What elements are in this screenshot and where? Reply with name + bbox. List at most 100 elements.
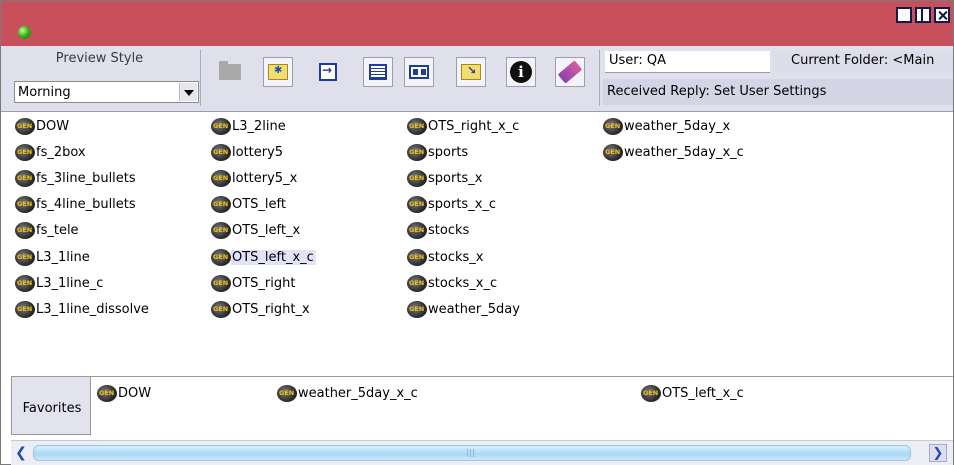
skin-icon (407, 196, 427, 214)
new-folder-button[interactable] (263, 57, 293, 87)
preview-style-select[interactable]: Morning (14, 81, 199, 103)
skin-icon (211, 117, 231, 135)
list-item-label: L3_2line (232, 118, 286, 134)
list-item[interactable]: OTS_right (211, 272, 297, 294)
skin-icon (407, 117, 427, 135)
list-view-button[interactable] (363, 57, 393, 87)
list-item[interactable]: sports (407, 141, 470, 163)
list-item[interactable]: stocks_x (407, 246, 485, 268)
list-item[interactable]: weather_5day_x (603, 115, 732, 137)
open-folder-button[interactable] (215, 57, 245, 87)
list-item[interactable]: lottery5 (211, 141, 285, 163)
list-item[interactable]: L3_1line_dissolve (15, 298, 151, 320)
list-item-label: fs_2box (36, 144, 86, 160)
list-item[interactable]: DOW (15, 115, 71, 137)
list-item[interactable]: fs_3line_bullets (15, 167, 138, 189)
list-item[interactable]: L3_2line (211, 115, 288, 137)
skin-icon (97, 384, 117, 402)
import-button[interactable] (313, 57, 343, 87)
list-item-label: OTS_left_x_c (231, 249, 316, 265)
skin-icon (211, 169, 231, 187)
maximize-icon[interactable] (915, 7, 931, 23)
list-item-label: OTS_right (232, 275, 296, 291)
top-panel: Preview Style Morning i User: QA Current… (1, 46, 953, 112)
favorites-list: DOW weather_5day_x_c OTS_left_x_c (91, 377, 953, 435)
list-item[interactable]: sports_x_c (407, 194, 498, 216)
import-icon (319, 63, 337, 81)
favorite-item-label: OTS_left_x_c (662, 385, 744, 401)
export-icon (461, 64, 481, 80)
list-item-label: sports (428, 144, 469, 160)
list-item-label: L3_1line (36, 249, 90, 265)
list-item[interactable]: OTS_right_x (211, 298, 312, 320)
list-item-label: weather_5day_x (624, 118, 731, 134)
erase-button[interactable] (555, 57, 585, 87)
list-view-icon (369, 64, 387, 80)
toolbar-separator (200, 50, 201, 106)
list-item[interactable]: sports_x (407, 167, 484, 189)
scroll-left-icon[interactable]: ❮ (13, 444, 29, 462)
list-item[interactable]: L3_1line (15, 246, 92, 268)
minimize-icon[interactable] (896, 7, 912, 23)
user-label: User: QA (605, 51, 770, 73)
info-button[interactable]: i (506, 57, 536, 87)
export-button[interactable] (456, 57, 486, 87)
skin-icon (211, 248, 231, 266)
list-item-label: fs_tele (36, 223, 79, 239)
info-icon: i (510, 61, 532, 83)
skin-icon (211, 143, 231, 161)
favorite-item[interactable]: weather_5day_x_c (277, 382, 420, 404)
skin-icon (15, 117, 35, 135)
list-item-label: weather_5day_x_c (624, 144, 744, 160)
new-folder-icon (268, 64, 288, 80)
scrollbar-thumb[interactable] (33, 445, 911, 461)
list-item[interactable]: stocks (407, 220, 471, 242)
list-item-label: OTS_left (232, 197, 286, 213)
folder-icon (219, 61, 241, 80)
list-item[interactable]: weather_5day_x_c (603, 141, 746, 163)
chevron-down-icon[interactable] (179, 83, 197, 101)
skin-icon (407, 143, 427, 161)
skin-icon (211, 196, 231, 214)
list-item[interactable]: lottery5_x (211, 167, 299, 189)
list-item-label: stocks (428, 223, 470, 239)
list-item-label: L3_1line_dissolve (36, 301, 149, 317)
favorite-item-label: DOW (118, 385, 152, 401)
favorites-label: Favorites (22, 401, 82, 416)
skin-icon (641, 384, 661, 402)
favorites-tab[interactable]: Favorites (11, 377, 91, 435)
list-item[interactable]: fs_tele (15, 220, 81, 242)
horizontal-scrollbar[interactable]: ❮ ❯ (11, 440, 953, 465)
list-item-label: OTS_right_x (232, 301, 310, 317)
preview-style-value: Morning (18, 85, 71, 100)
skin-icon (15, 300, 35, 318)
list-item[interactable]: OTS_right_x_c (407, 115, 521, 137)
skin-icon (603, 117, 623, 135)
skin-icon (211, 300, 231, 318)
skin-list: DOW fs_2box fs_3line_bullets fs_4line_bulle… (1, 112, 953, 376)
list-item[interactable]: fs_2box (15, 141, 88, 163)
list-item-label: weather_5day (428, 301, 520, 317)
list-item[interactable]: OTS_left_x (211, 220, 302, 242)
list-item-label: fs_3line_bullets (36, 170, 136, 186)
list-item-label: sports_x (428, 170, 483, 186)
list-item[interactable]: OTS_left (211, 194, 288, 216)
list-item[interactable]: stocks_x_c (407, 272, 499, 294)
preview-style-label: Preview Style (55, 51, 144, 66)
toolbar-separator (599, 50, 600, 106)
favorite-item[interactable]: OTS_left_x_c (641, 382, 746, 404)
scroll-right-icon[interactable]: ❯ (929, 444, 947, 462)
list-item[interactable]: weather_5day (407, 298, 522, 320)
favorite-item[interactable]: DOW (97, 382, 153, 404)
skin-icon (407, 248, 427, 266)
close-icon[interactable] (934, 7, 950, 23)
skin-icon (15, 222, 35, 240)
app-window: Preview Style Morning i User: QA Current… (0, 0, 954, 465)
list-item[interactable]: fs_4line_bullets (15, 194, 138, 216)
skin-icon (211, 274, 231, 292)
list-item-label: OTS_left_x (232, 223, 301, 239)
list-item-label: fs_4line_bullets (36, 197, 136, 213)
list-item[interactable]: L3_1line_c (15, 272, 105, 294)
thumbnail-view-button[interactable] (404, 57, 434, 87)
list-item[interactable]: OTS_left_x_c (211, 246, 316, 268)
